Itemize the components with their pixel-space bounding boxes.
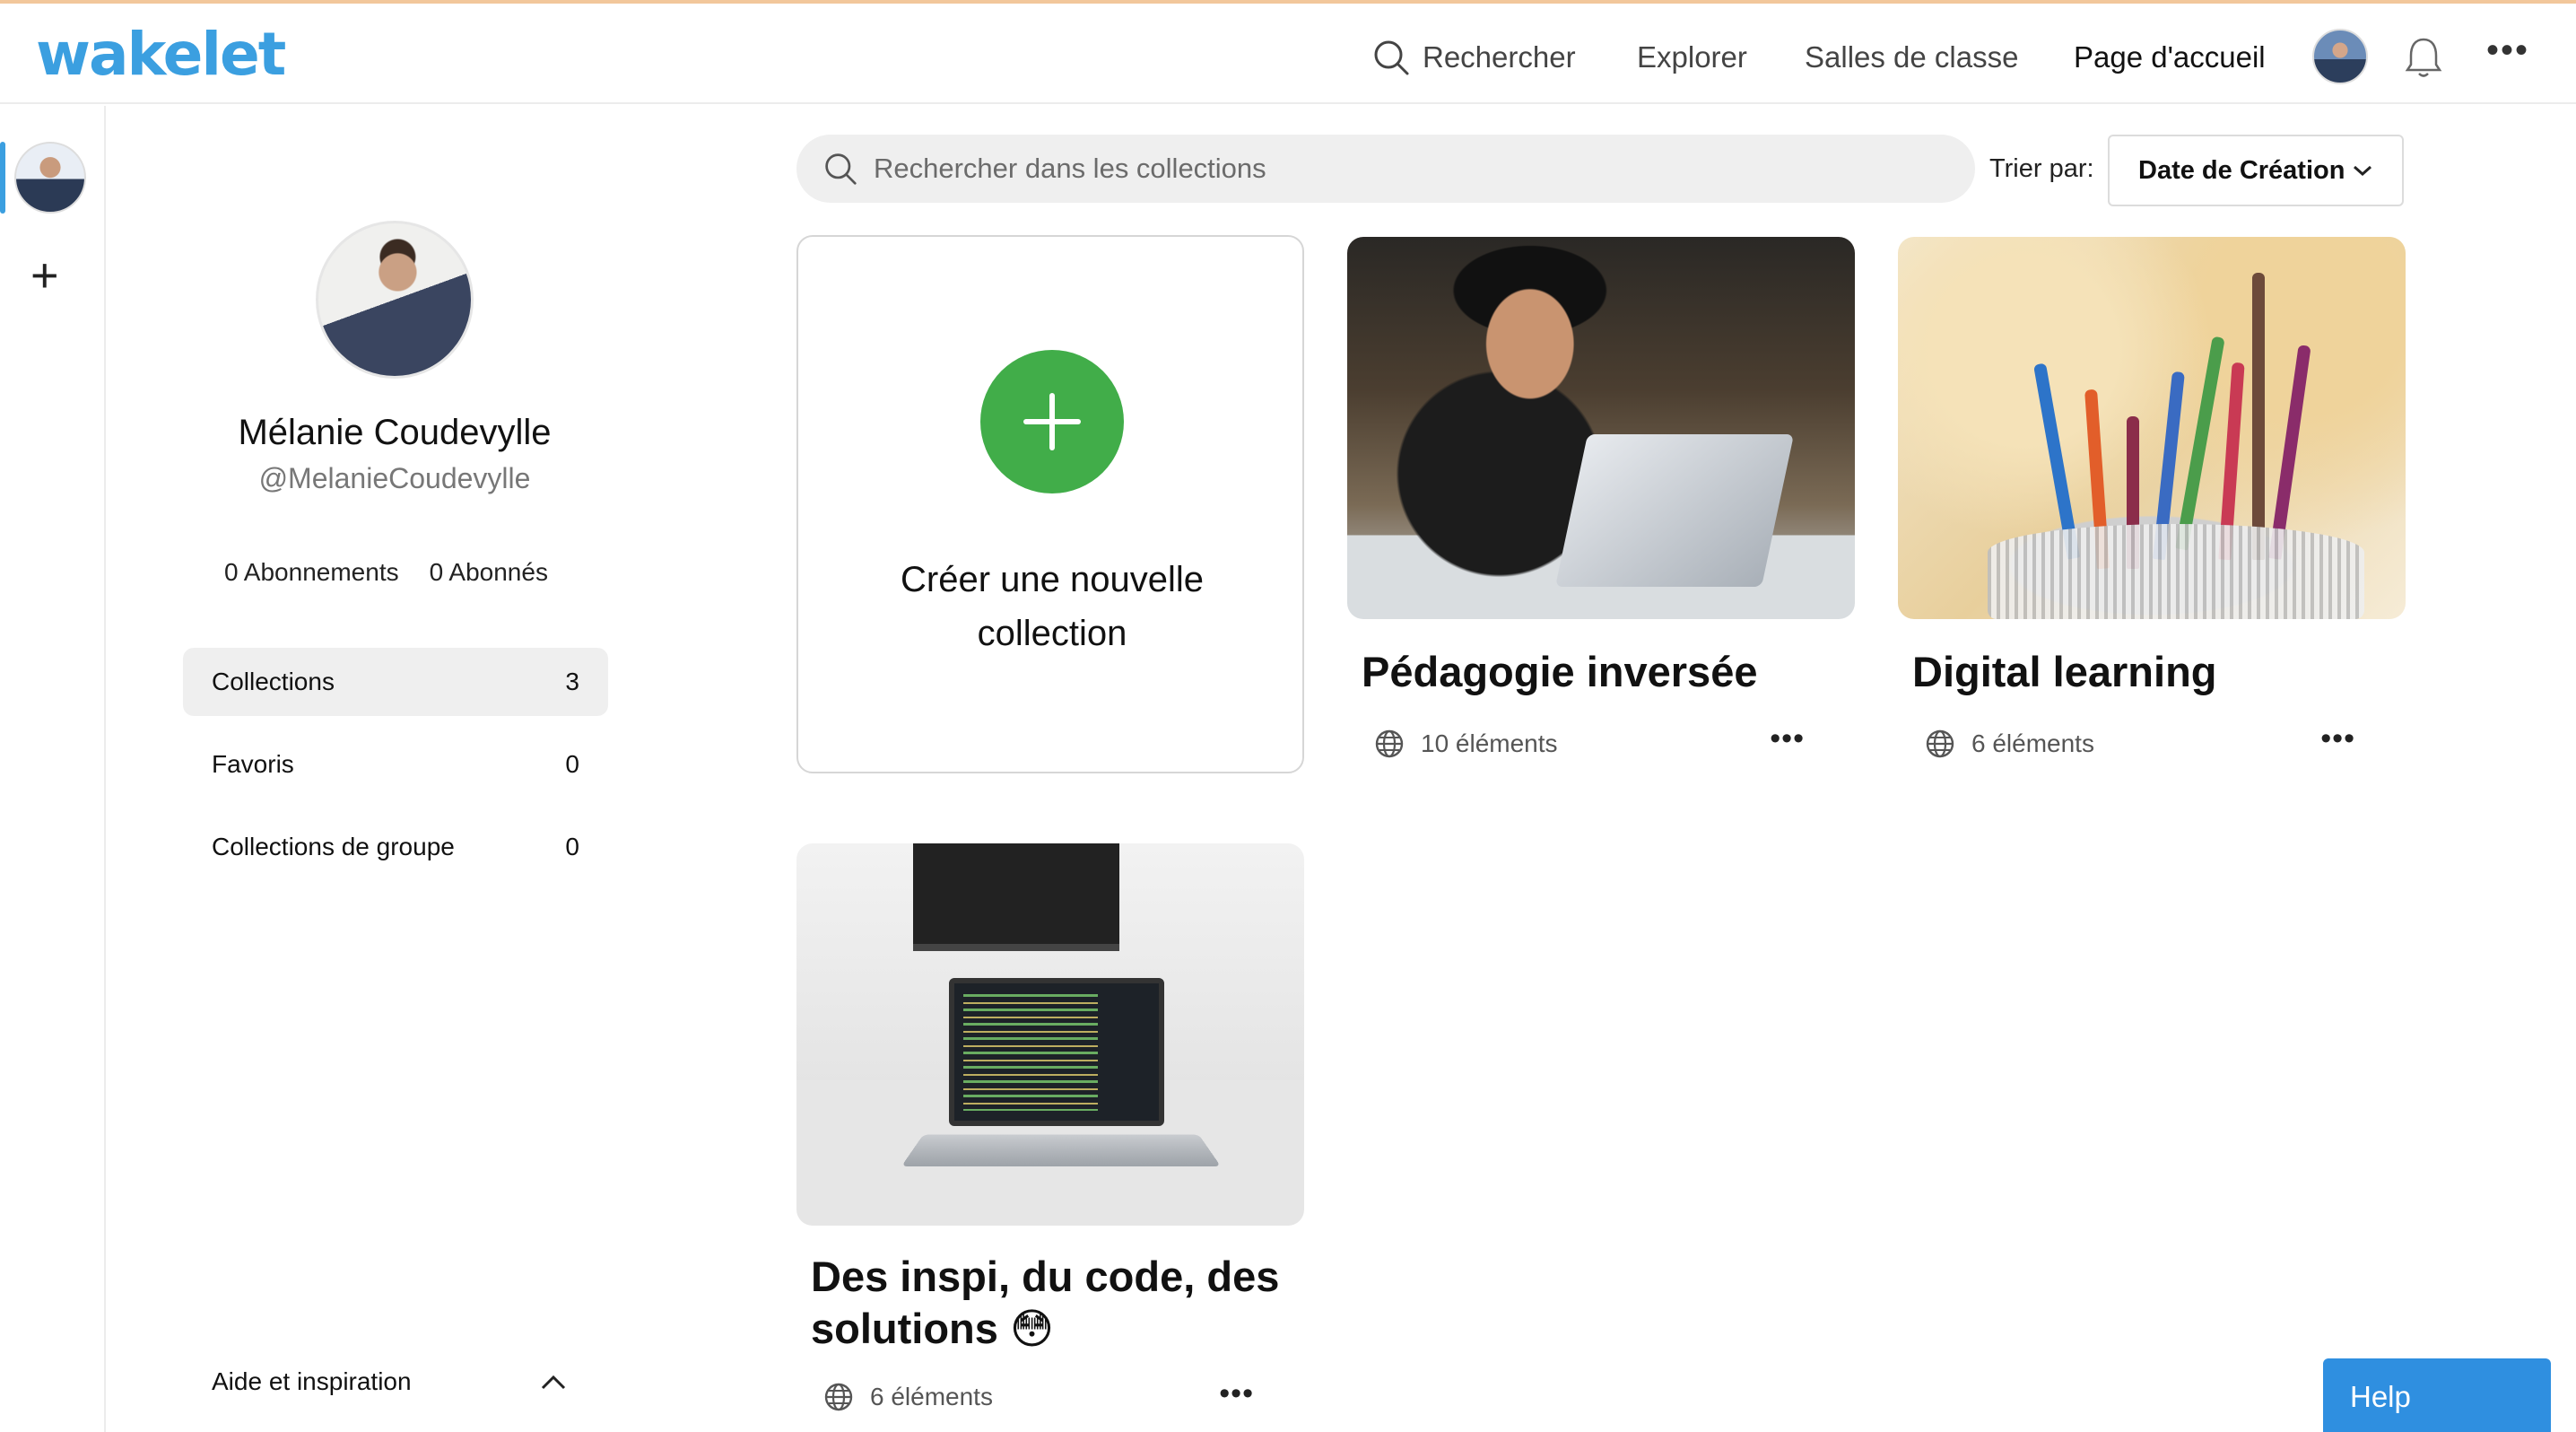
menu-item-label: Collections de groupe	[212, 833, 455, 860]
profile-handle: @MelanieCoudevylle	[258, 462, 531, 494]
menu-item-label: Collections	[212, 668, 335, 695]
collection-meta: 10 éléments	[1374, 729, 1558, 759]
help-and-inspiration[interactable]: Aide et inspiration	[212, 1367, 567, 1396]
nav-classrooms[interactable]: Salles de classe	[1805, 32, 2018, 83]
globe-icon	[1375, 729, 1404, 758]
nav-search[interactable]: Rechercher	[1372, 32, 1576, 83]
profile-avatar	[316, 221, 474, 379]
collection-card[interactable]: Digital learning 6 éléments •••	[1898, 237, 2406, 775]
menu-item-favorites[interactable]: Favoris 0	[183, 730, 608, 799]
menu-item-collections[interactable]: Collections 3	[183, 648, 608, 716]
collection-meta: 6 éléments	[1925, 729, 2094, 759]
collection-cover-image[interactable]	[1347, 237, 1855, 619]
collection-cover-image[interactable]	[1898, 237, 2406, 619]
collection-title[interactable]: Digital learning	[1912, 646, 2397, 698]
menu-item-label: Favoris	[212, 750, 294, 778]
left-rail: +	[0, 106, 106, 1432]
bell-icon[interactable]	[2404, 36, 2443, 79]
menu-item-count: 3	[565, 668, 579, 695]
search-icon	[1374, 40, 1409, 75]
search-icon	[825, 153, 857, 185]
collection-card[interactable]: Des inspi, du code, des solutions 😳 6 él…	[796, 843, 1304, 1432]
create-collection-label: Créer une nouvelle collection	[901, 560, 1204, 653]
collection-cover-image[interactable]	[796, 843, 1304, 1226]
rail-profile-avatar[interactable]	[14, 142, 86, 214]
collection-more-icon[interactable]: •••	[1219, 1376, 1254, 1411]
monitor-illustration	[913, 843, 1119, 951]
nav-home[interactable]: Page d'accueil	[2074, 32, 2266, 83]
more-options-icon[interactable]: •••	[2486, 31, 2529, 71]
collection-search-input[interactable]	[874, 153, 1860, 185]
laptop-illustration	[1554, 434, 1795, 587]
rail-active-indicator	[0, 142, 5, 214]
collection-meta: 6 éléments	[823, 1382, 993, 1412]
create-collection-card[interactable]: Créer une nouvelle collection	[796, 235, 1304, 773]
sort-label: Trier par:	[1989, 154, 2094, 183]
menu-item-group-collections[interactable]: Collections de groupe 0	[183, 813, 608, 881]
collection-item-count: 10 éléments	[1421, 729, 1558, 757]
collection-more-icon[interactable]: •••	[1770, 721, 1805, 756]
profile-name: Mélanie Coudevylle	[238, 413, 552, 452]
laptop-base-illustration	[901, 1134, 1222, 1167]
follow-stats: 0 Abonnements 0 Abonnés	[224, 558, 548, 587]
globe-icon	[1926, 729, 1954, 758]
wakelet-logo[interactable]: wakelet	[36, 20, 286, 89]
help-section-label: Aide et inspiration	[212, 1367, 412, 1395]
add-space-icon[interactable]: +	[30, 248, 59, 303]
pencil-cup-illustration	[1898, 237, 2406, 619]
collection-card[interactable]: Pédagogie inversée 10 éléments •••	[1347, 237, 1855, 775]
collection-item-count: 6 éléments	[870, 1383, 993, 1410]
followers-count[interactable]: 0 Abonnés	[430, 558, 548, 587]
collection-title[interactable]: Pédagogie inversée	[1362, 646, 1846, 698]
top-header: wakelet Rechercher Explorer Salles de cl…	[0, 4, 2576, 104]
collection-more-icon[interactable]: •••	[2320, 721, 2355, 756]
plus-icon	[1023, 393, 1081, 450]
menu-item-count: 0	[565, 750, 579, 778]
menu-item-count: 0	[565, 833, 579, 860]
create-collection-button[interactable]	[980, 350, 1124, 493]
chevron-up-icon	[541, 1375, 566, 1390]
sort-value: Date de Création	[2138, 155, 2345, 185]
help-button[interactable]: Help	[2323, 1358, 2551, 1432]
following-count[interactable]: 0 Abonnements	[224, 558, 399, 587]
nav-explore[interactable]: Explorer	[1637, 32, 1747, 83]
globe-icon	[824, 1383, 853, 1411]
collection-item-count: 6 éléments	[1971, 729, 2094, 757]
nav-search-label: Rechercher	[1423, 40, 1576, 74]
sort-dropdown[interactable]: Date de Création	[2108, 135, 2404, 206]
collection-title[interactable]: Des inspi, du code, des solutions 😳	[811, 1251, 1295, 1355]
chevron-down-icon	[2354, 165, 2371, 177]
collection-search[interactable]	[796, 135, 1975, 203]
code-screen-illustration	[949, 978, 1164, 1126]
user-avatar[interactable]	[2312, 29, 2368, 84]
